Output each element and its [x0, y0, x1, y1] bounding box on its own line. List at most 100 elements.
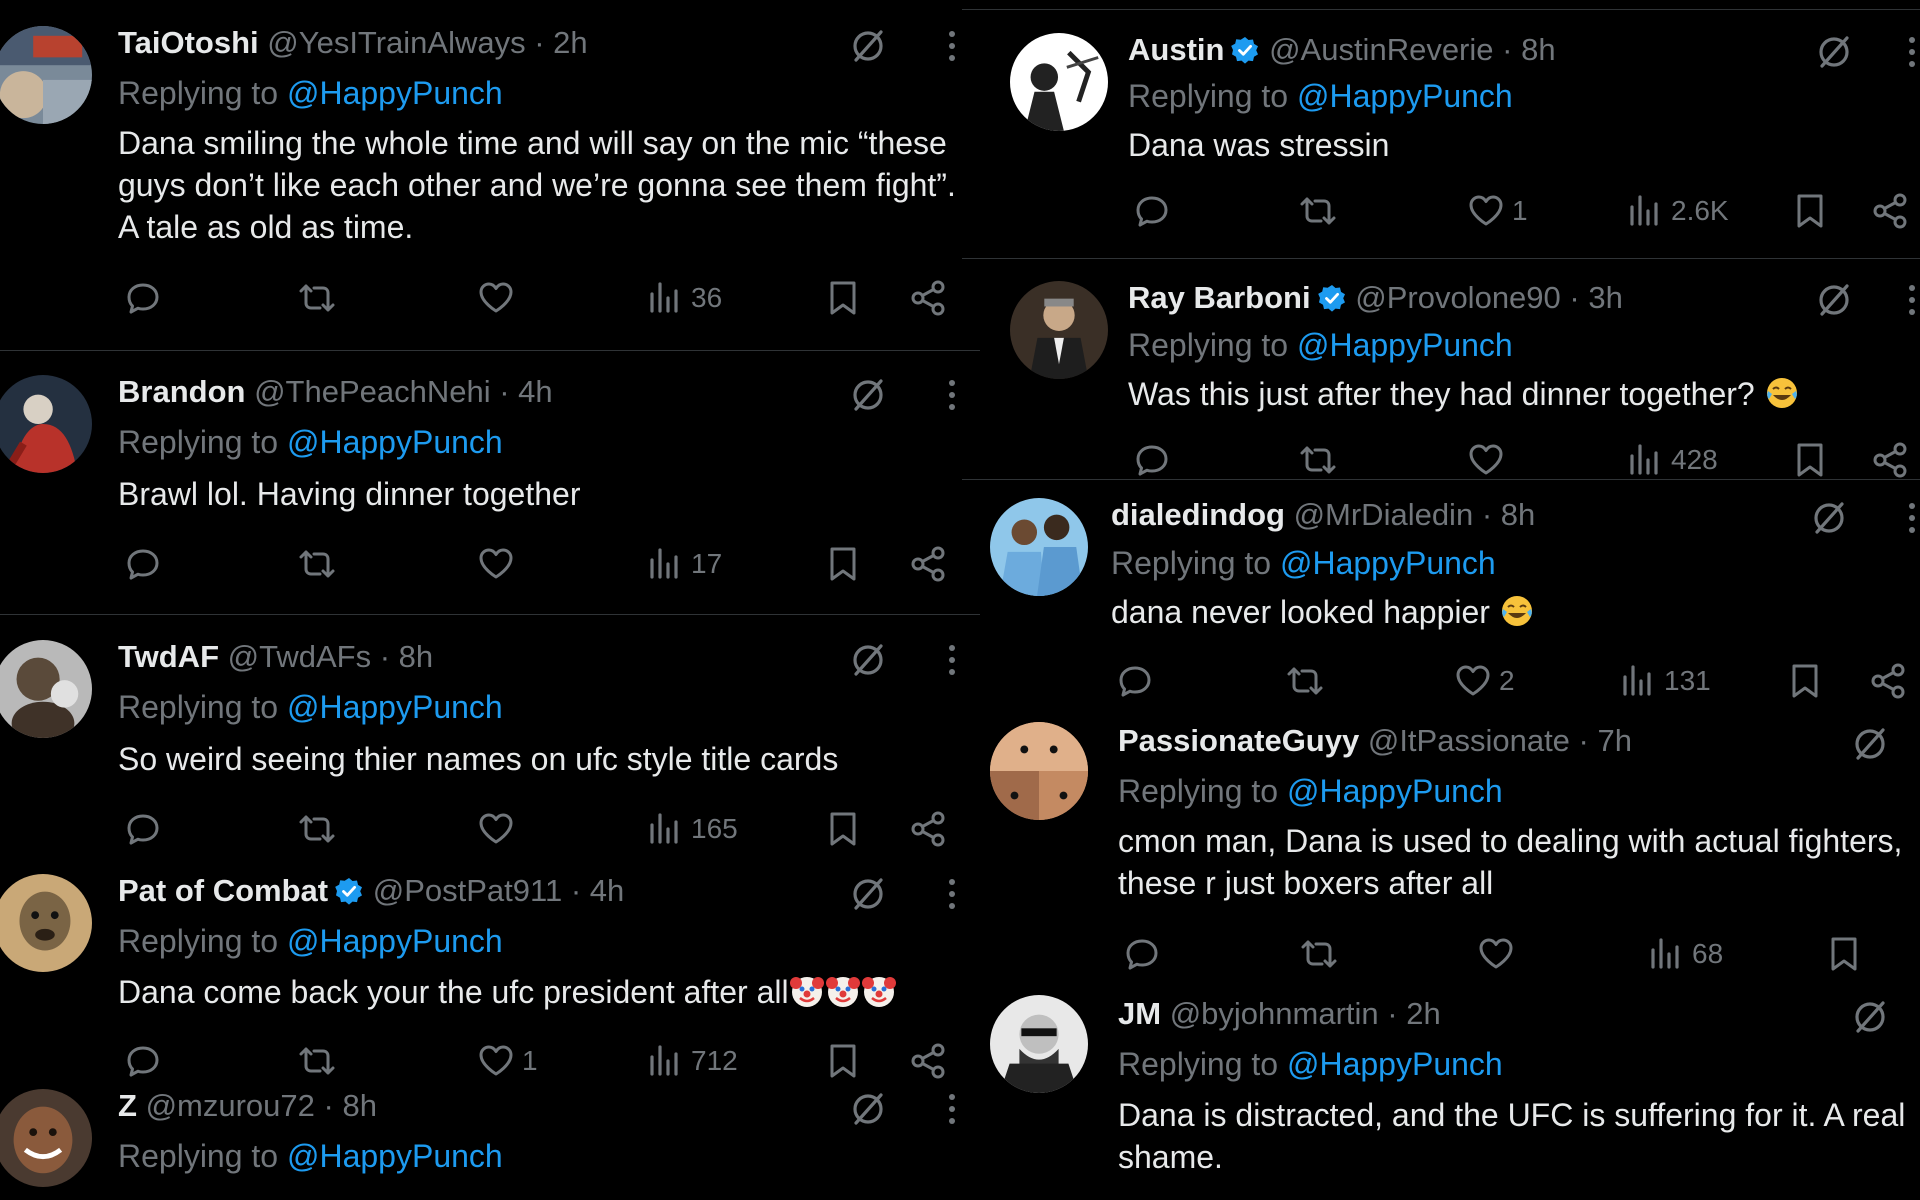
mention-link[interactable]: @HappyPunch — [1287, 773, 1503, 809]
user-handle[interactable]: @ThePeachNehi — [254, 374, 491, 409]
more-icon[interactable] — [1906, 280, 1918, 320]
grok-icon[interactable] — [848, 874, 888, 914]
user-handle[interactable]: @TwdAFs — [228, 639, 371, 674]
reply-tweet[interactable]: TwdAF @TwdAFs · 8h Replying to @HappyPun… — [0, 615, 980, 868]
avatar[interactable] — [990, 498, 1088, 596]
avatar[interactable] — [1010, 281, 1108, 379]
reply-tweet[interactable]: Z @mzurou72 · 8h Replying to @HappyPunch — [0, 1083, 980, 1200]
more-icon[interactable] — [946, 26, 958, 66]
avatar[interactable] — [0, 640, 92, 738]
like-button[interactable] — [1476, 929, 1522, 979]
retweet-button[interactable] — [1298, 435, 1338, 479]
views-button[interactable]: 165 — [645, 804, 738, 854]
like-button[interactable]: 1 — [476, 1036, 538, 1086]
grok-icon[interactable] — [848, 640, 888, 680]
share-button[interactable] — [908, 804, 948, 854]
user-handle[interactable]: @AustinReverie — [1269, 32, 1493, 67]
views-button[interactable]: 36 — [645, 273, 722, 323]
like-button[interactable] — [476, 273, 522, 323]
timestamp[interactable]: · 2h — [1387, 996, 1440, 1031]
mention-link[interactable]: @HappyPunch — [1297, 78, 1513, 114]
reply-tweet[interactable]: Austin @AustinReverie · 8h Replying to @… — [962, 10, 1920, 258]
avatar[interactable] — [0, 1089, 92, 1187]
timestamp[interactable]: · 8h — [1482, 497, 1535, 532]
views-button[interactable]: 131 — [1618, 656, 1711, 706]
retweet-button[interactable] — [297, 539, 337, 589]
reply-button[interactable] — [1115, 656, 1155, 706]
avatar[interactable] — [990, 995, 1088, 1093]
mention-link[interactable]: @HappyPunch — [1297, 327, 1513, 363]
display-name[interactable]: Austin — [1128, 32, 1224, 67]
bookmark-button[interactable] — [1785, 656, 1825, 706]
mention-link[interactable]: @HappyPunch — [287, 75, 503, 111]
retweet-button[interactable] — [297, 273, 337, 323]
timestamp[interactable]: · 4h — [571, 873, 624, 908]
reply-button[interactable] — [123, 539, 163, 589]
views-button[interactable]: 428 — [1625, 435, 1718, 479]
retweet-button[interactable] — [297, 1036, 337, 1086]
retweet-button[interactable] — [1285, 656, 1325, 706]
more-icon[interactable] — [1906, 498, 1918, 538]
more-icon[interactable] — [946, 1089, 958, 1129]
views-button[interactable]: 68 — [1646, 929, 1723, 979]
mention-link[interactable]: @HappyPunch — [287, 689, 503, 725]
user-handle[interactable]: @YesITrainAlways — [267, 25, 525, 60]
grok-icon[interactable] — [848, 26, 888, 66]
like-button[interactable] — [476, 804, 522, 854]
timestamp[interactable]: · 3h — [1569, 280, 1622, 315]
reply-button[interactable] — [123, 1036, 163, 1086]
timestamp[interactable]: · 8h — [380, 639, 433, 674]
reply-button[interactable] — [123, 804, 163, 854]
more-icon[interactable] — [946, 874, 958, 914]
views-button[interactable]: 17 — [645, 539, 722, 589]
mention-link[interactable]: @HappyPunch — [287, 1138, 503, 1174]
reply-tweet[interactable]: Brandon @ThePeachNehi · 4h Replying to @… — [0, 351, 980, 614]
user-handle[interactable]: @Provolone90 — [1355, 280, 1561, 315]
display-name[interactable]: Pat of Combat — [118, 873, 328, 908]
retweet-button[interactable] — [297, 804, 337, 854]
timestamp[interactable]: · 4h — [499, 374, 552, 409]
reply-button[interactable] — [1122, 929, 1162, 979]
user-handle[interactable]: @MrDialedin — [1294, 497, 1474, 532]
share-button[interactable] — [1868, 656, 1908, 706]
avatar[interactable] — [1010, 33, 1108, 131]
reply-tweet[interactable]: Ray Barboni @Provolone90 · 3h Replying t… — [962, 259, 1920, 479]
display-name[interactable]: PassionateGuyy — [1118, 723, 1359, 758]
avatar[interactable] — [0, 26, 92, 124]
display-name[interactable]: TaiOtoshi — [118, 25, 259, 60]
timestamp[interactable]: · 2h — [534, 25, 587, 60]
display-name[interactable]: Brandon — [118, 374, 245, 409]
reply-tweet[interactable]: TaiOtoshi @YesITrainAlways · 2h Replying… — [0, 0, 980, 350]
grok-icon[interactable] — [1850, 997, 1890, 1037]
display-name[interactable]: Z — [118, 1088, 137, 1123]
like-button[interactable] — [1466, 435, 1512, 479]
grok-icon[interactable] — [848, 375, 888, 415]
more-icon[interactable] — [946, 640, 958, 680]
grok-icon[interactable] — [1814, 32, 1854, 72]
mention-link[interactable]: @HappyPunch — [1287, 1046, 1503, 1082]
display-name[interactable]: dialedindog — [1111, 497, 1285, 532]
avatar[interactable] — [990, 722, 1088, 820]
bookmark-button[interactable] — [823, 1036, 863, 1086]
reply-button[interactable] — [123, 273, 163, 323]
like-button[interactable]: 2 — [1453, 656, 1515, 706]
bookmark-button[interactable] — [1824, 929, 1864, 979]
avatar[interactable] — [0, 375, 92, 473]
mention-link[interactable]: @HappyPunch — [287, 424, 503, 460]
grok-icon[interactable] — [1850, 724, 1890, 764]
reply-tweet[interactable]: Pat of Combat @PostPat911 · 4h Replying … — [0, 868, 980, 1083]
timestamp[interactable]: · 8h — [324, 1088, 377, 1123]
like-button[interactable] — [476, 539, 522, 589]
grok-icon[interactable] — [1814, 280, 1854, 320]
bookmark-button[interactable] — [823, 273, 863, 323]
avatar[interactable] — [0, 874, 92, 972]
share-button[interactable] — [908, 273, 948, 323]
bookmark-button[interactable] — [1790, 435, 1830, 479]
grok-icon[interactable] — [848, 1089, 888, 1129]
mention-link[interactable]: @HappyPunch — [1280, 545, 1496, 581]
retweet-button[interactable] — [1298, 186, 1338, 236]
reply-button[interactable] — [1132, 186, 1172, 236]
reply-button[interactable] — [1132, 435, 1172, 479]
display-name[interactable]: Ray Barboni — [1128, 280, 1311, 315]
timestamp[interactable]: · 7h — [1579, 723, 1632, 758]
